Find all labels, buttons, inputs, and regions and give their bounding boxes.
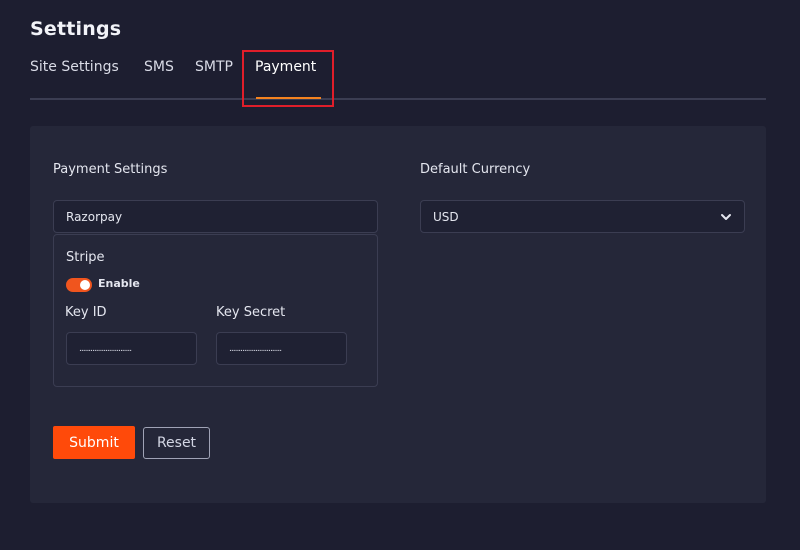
tab-highlight-box (242, 50, 334, 107)
settings-tabs: Site Settings SMS SMTP Payment (30, 50, 766, 107)
reset-button[interactable]: Reset (143, 427, 210, 459)
enable-label: Enable (98, 277, 140, 290)
payment-provider-value: Razorpay (66, 209, 123, 224)
stripe-panel: Stripe Enable Key ID ...................… (53, 234, 378, 387)
payment-settings-label: Payment Settings (53, 162, 168, 177)
key-id-value: ............................ (79, 343, 132, 354)
tab-smtp[interactable]: SMTP (195, 59, 233, 75)
tab-sms[interactable]: SMS (144, 59, 174, 75)
payment-provider-field[interactable]: Razorpay (53, 200, 378, 233)
key-secret-input[interactable]: ............................ (216, 332, 347, 365)
submit-button[interactable]: Submit (53, 426, 135, 459)
page-title: Settings (30, 18, 122, 40)
chevron-down-icon (721, 214, 731, 220)
stripe-enable-toggle[interactable] (66, 278, 92, 292)
tab-site-settings[interactable]: Site Settings (30, 59, 119, 75)
toggle-knob (80, 280, 90, 290)
key-id-label: Key ID (65, 305, 107, 320)
settings-card: Payment Settings Razorpay Stripe Enable … (30, 126, 766, 503)
key-id-input[interactable]: ............................ (66, 332, 197, 365)
default-currency-label: Default Currency (420, 162, 531, 177)
stripe-title: Stripe (66, 250, 105, 265)
currency-select[interactable]: USD (420, 200, 745, 233)
key-secret-label: Key Secret (216, 305, 286, 320)
currency-selected-value: USD (433, 209, 459, 224)
key-secret-value: ............................ (229, 343, 282, 354)
